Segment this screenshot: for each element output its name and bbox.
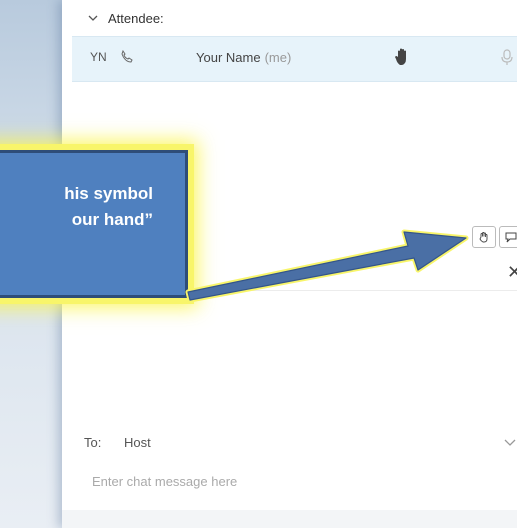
attendee-controls	[472, 226, 517, 248]
chat-bubble-button[interactable]	[499, 226, 517, 248]
recipient-select[interactable]: Host	[124, 435, 151, 450]
chat-recipient-row[interactable]: To: Host	[80, 428, 517, 458]
attendee-section-label: Attendee:	[108, 10, 164, 26]
chat-bubble-icon	[505, 232, 517, 243]
to-label: To:	[84, 435, 102, 450]
phone-icon	[121, 50, 133, 63]
me-tag: (me)	[264, 50, 292, 65]
callout-text: his symbol our hand”	[64, 184, 153, 229]
panel-footer	[62, 510, 517, 528]
raise-hand-button[interactable]	[472, 226, 496, 248]
raise-hand-icon	[479, 232, 488, 243]
chevron-down-icon	[88, 15, 98, 21]
attendee-name-text: Your Name	[196, 50, 261, 65]
close-icon[interactable]: ✕	[507, 262, 517, 283]
attendee-row[interactable]: YN Your Name (me)	[72, 36, 517, 82]
avatar-initials: YN	[90, 50, 107, 64]
raise-hand-icon[interactable]	[394, 47, 412, 67]
attendee-name: Your Name (me)	[196, 50, 291, 65]
callout-box: his symbol our hand”	[0, 150, 188, 298]
chevron-down-icon[interactable]	[504, 438, 516, 448]
mic-icon[interactable]	[500, 48, 514, 66]
attendee-section-header[interactable]: Attendee:	[88, 8, 164, 28]
chat-message-input[interactable]: Enter chat message here	[92, 474, 237, 489]
